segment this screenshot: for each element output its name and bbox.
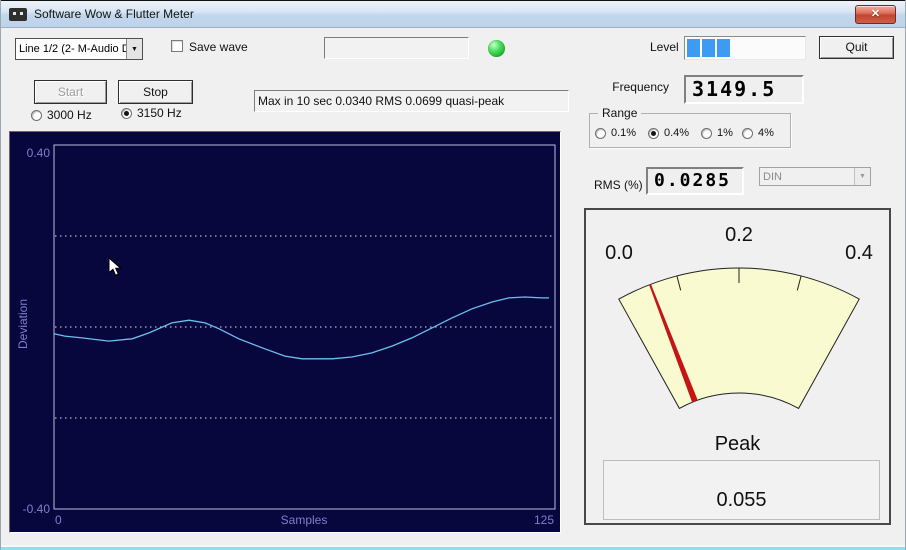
level-segment (687, 39, 700, 57)
start-button[interactable]: Start (34, 80, 107, 104)
stop-button[interactable]: Stop (118, 80, 193, 104)
radio-icon (742, 127, 753, 139)
radio-icon (648, 127, 659, 139)
close-icon: ✕ (870, 8, 881, 20)
level-segment (717, 39, 730, 57)
weighting-select[interactable]: DIN ▼ (759, 167, 871, 186)
chevron-down-icon[interactable]: ▼ (126, 39, 142, 59)
window-title: Software Wow & Flutter Meter (34, 7, 194, 21)
x-min-label: 0 (55, 513, 62, 527)
x-max-label: 125 (534, 513, 554, 527)
radio-range-1-label: 1% (717, 127, 733, 139)
frequency-value: 3149.5 (684, 75, 804, 104)
radio-range-4[interactable]: 4% (742, 127, 774, 139)
frequency-label: Frequency (612, 80, 669, 94)
analog-meter-panel: 0.0 0.2 0.4 Peak 0.055 (584, 208, 891, 525)
level-segment (702, 39, 715, 57)
audio-device-select[interactable]: Line 1/2 (2- M-Audio De ▼ (15, 38, 143, 60)
radio-3150hz[interactable]: 3150 Hz (121, 106, 182, 120)
app-window: Software Wow & Flutter Meter ✕ Line 1/2 … (0, 0, 906, 550)
y-axis-title: Deviation (16, 299, 30, 349)
quit-button[interactable]: Quit (819, 36, 894, 59)
waveform-line (53, 296, 549, 360)
save-wave-label: Save wave (189, 40, 248, 54)
radio-3150hz-label: 3150 Hz (137, 106, 182, 120)
gauge-face (618, 267, 860, 410)
y-max-label: 0.40 (27, 146, 51, 160)
deviation-chart-svg: 0.40 -0.40 Deviation 0 Samples 125 (16, 144, 556, 527)
radio-icon (31, 109, 42, 121)
weighting-value: DIN (763, 170, 782, 183)
audio-device-value: Line 1/2 (2- M-Audio De (19, 43, 126, 55)
radio-icon (701, 127, 712, 139)
level-meter (684, 36, 806, 60)
save-wave-checkbox[interactable] (171, 40, 183, 52)
plot-border (53, 144, 556, 510)
y-min-label: -0.40 (23, 502, 51, 516)
radio-range-1[interactable]: 1% (701, 127, 733, 139)
peak-value: 0.055 (716, 489, 767, 511)
close-button[interactable]: ✕ (855, 5, 896, 24)
radio-icon (595, 127, 606, 139)
radio-range-4-label: 4% (758, 127, 774, 139)
radio-3000hz[interactable]: 3000 Hz (31, 108, 92, 122)
radio-range-0.1[interactable]: 0.1% (595, 127, 636, 139)
wave-filename-input[interactable] (324, 37, 469, 59)
rms-label: RMS (%) (594, 178, 643, 192)
peak-label: Peak (714, 433, 761, 455)
level-label: Level (650, 40, 679, 54)
rms-value: 0.0285 (646, 167, 744, 195)
peak-value-box: 0.055 (603, 460, 880, 520)
radio-range-0.4-label: 0.4% (664, 127, 690, 139)
start-button-label: Start (57, 85, 84, 99)
status-text: Max in 10 sec 0.0340 RMS 0.0699 quasi-pe… (254, 90, 569, 112)
title-bar: Software Wow & Flutter Meter ✕ (1, 0, 905, 28)
chevron-down-icon: ▼ (854, 168, 870, 185)
signal-led-icon (488, 40, 505, 57)
radio-range-0.1-label: 0.1% (611, 127, 637, 139)
quit-button-label: Quit (845, 40, 868, 54)
level-meter-fill (687, 39, 730, 57)
stop-button-label: Stop (143, 85, 168, 99)
deviation-chart: 0.40 -0.40 Deviation 0 Samples 125 (9, 131, 561, 533)
radio-range-0.4[interactable]: 0.4% (648, 127, 689, 139)
radio-icon (121, 107, 132, 119)
radio-3000hz-label: 3000 Hz (47, 108, 92, 122)
range-label: Range (598, 106, 642, 120)
x-axis-title: Samples (281, 513, 328, 527)
app-icon (9, 8, 27, 21)
